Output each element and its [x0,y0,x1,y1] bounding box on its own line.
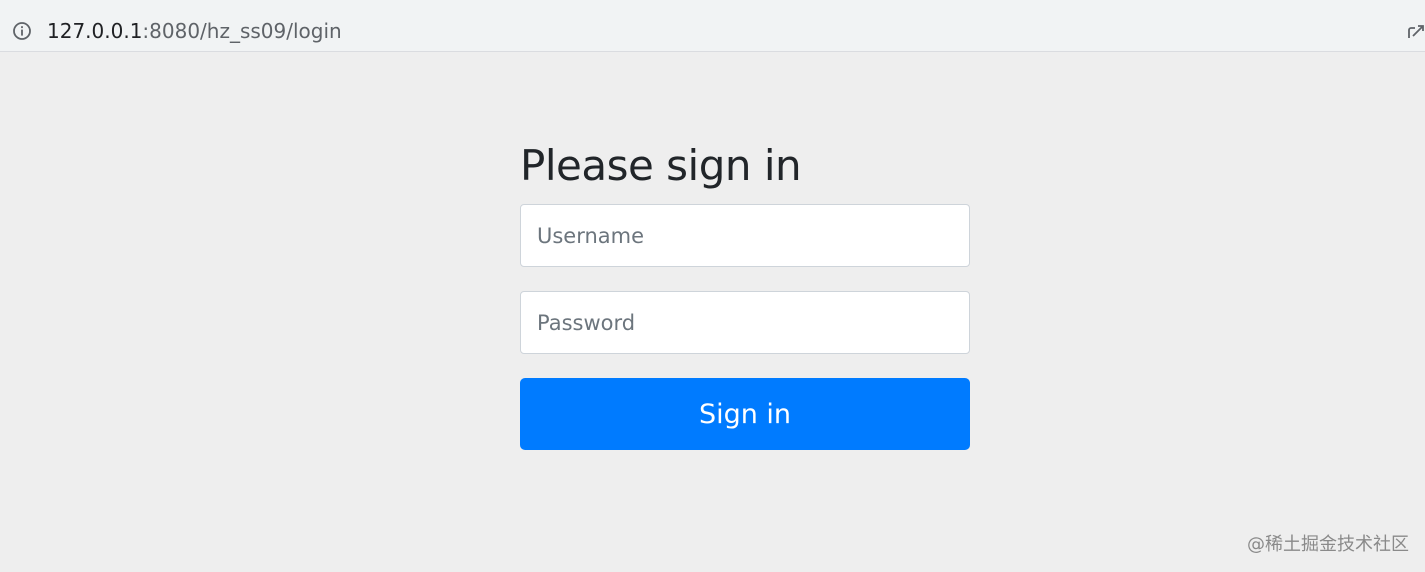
watermark: @稀土掘金技术社区 [1247,534,1409,555]
login-form: Please sign in Sign in [520,138,970,450]
info-icon[interactable] [12,21,32,41]
url-path: :8080/hz_ss09/login [142,19,342,43]
share-icon[interactable] [1405,20,1425,42]
sign-in-button[interactable]: Sign in [520,378,970,450]
url-host: 127.0.0.1 [47,19,143,43]
password-input[interactable] [520,291,970,354]
url-text[interactable]: 127.0.0.1:8080/hz_ss09/login [47,19,342,43]
page-title: Please sign in [520,141,802,190]
username-input[interactable] [520,204,970,267]
browser-address-bar: 127.0.0.1:8080/hz_ss09/login [0,0,1425,52]
url-field[interactable]: 127.0.0.1:8080/hz_ss09/login [0,6,1425,46]
